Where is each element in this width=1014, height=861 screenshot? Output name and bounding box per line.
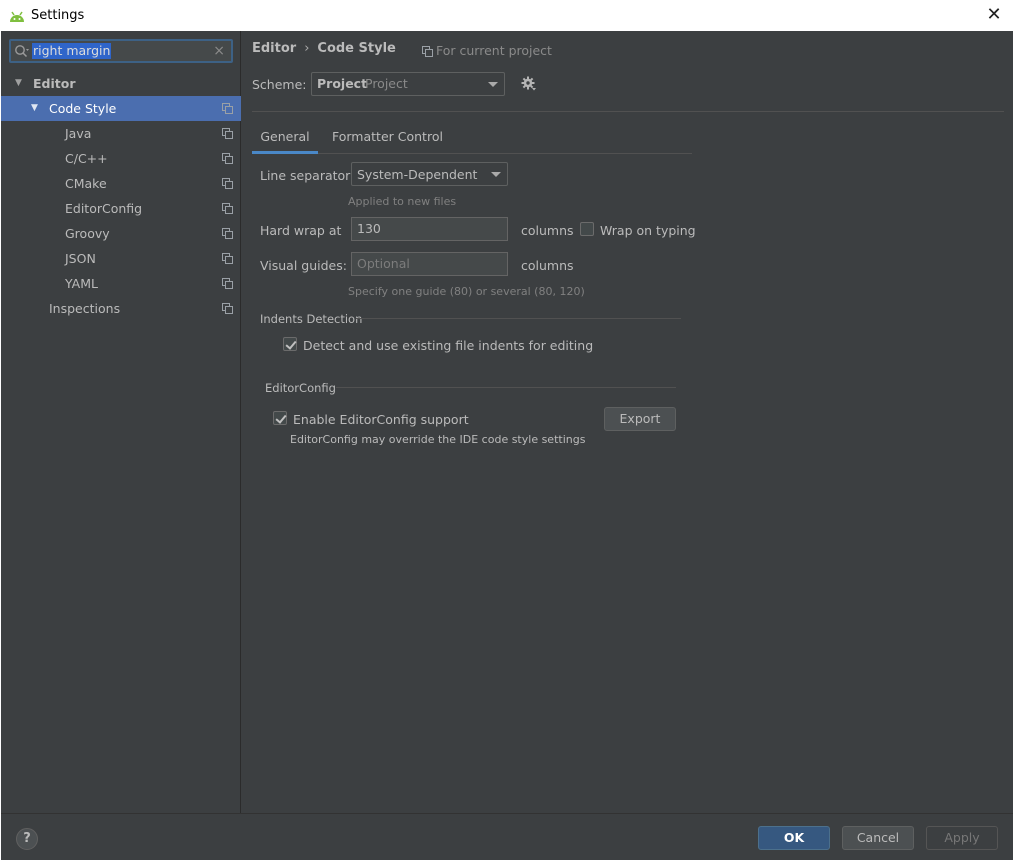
wrap-on-typing-label[interactable]: Wrap on typing bbox=[600, 223, 696, 238]
project-scope-icon bbox=[422, 45, 433, 57]
close-icon[interactable]: ✕ bbox=[984, 5, 1004, 25]
line-separator-value: System-Dependent bbox=[357, 167, 478, 182]
scope-note: For current project bbox=[422, 43, 552, 58]
tab-bar: General Formatter Control bbox=[252, 125, 692, 154]
project-scope-icon bbox=[222, 303, 232, 313]
hard-wrap-input[interactable]: 130 bbox=[351, 217, 508, 241]
group-divider bbox=[356, 318, 681, 319]
scheme-dropdown[interactable]: Project Project bbox=[311, 72, 505, 96]
editorconfig-note: EditorConfig may override the IDE code s… bbox=[290, 433, 586, 446]
tree-item-code-style[interactable]: ▼ Code Style bbox=[1, 96, 241, 121]
wrap-on-typing-checkbox[interactable] bbox=[580, 222, 594, 236]
tree-item-label: Code Style bbox=[49, 101, 117, 116]
title-bar: Settings ✕ bbox=[0, 0, 1014, 31]
chevron-down-icon bbox=[488, 82, 498, 87]
breadcrumb-editor[interactable]: Editor bbox=[252, 41, 296, 56]
expand-arrow-icon[interactable]: ▼ bbox=[31, 96, 41, 121]
scheme-label: Scheme: bbox=[252, 77, 307, 92]
button-bar: ? OK Cancel Apply bbox=[1, 813, 1013, 860]
indents-detection-title: Indents Detection bbox=[260, 312, 363, 326]
project-scope-icon bbox=[222, 153, 232, 163]
tree-item-label: JSON bbox=[65, 251, 96, 266]
tab-general[interactable]: General bbox=[252, 125, 318, 154]
tree-item-java[interactable]: Java bbox=[1, 121, 241, 146]
tree-item-label: YAML bbox=[65, 276, 98, 291]
tree-item-inspections[interactable]: Inspections bbox=[1, 296, 241, 321]
clear-search-icon[interactable]: × bbox=[213, 41, 225, 61]
search-text[interactable]: right margin bbox=[32, 43, 112, 59]
breadcrumb-code-style: Code Style bbox=[317, 41, 396, 56]
visual-guides-label: Visual guides: bbox=[260, 258, 347, 273]
export-button[interactable]: Export bbox=[604, 407, 676, 431]
tree-item-c-cpp[interactable]: C/C++ bbox=[1, 146, 241, 171]
line-separator-dropdown[interactable]: System-Dependent bbox=[351, 162, 508, 186]
tree-item-json[interactable]: JSON bbox=[1, 246, 241, 271]
tree-item-label: EditorConfig bbox=[65, 201, 143, 216]
tree-item-label: Groovy bbox=[65, 226, 110, 241]
enable-editorconfig-checkbox[interactable] bbox=[273, 411, 287, 425]
tree-item-yaml[interactable]: YAML bbox=[1, 271, 241, 296]
detect-indents-label[interactable]: Detect and use existing file indents for… bbox=[303, 338, 593, 353]
visual-guides-input[interactable]: Optional bbox=[351, 252, 508, 276]
tree-item-label: CMake bbox=[65, 176, 107, 191]
line-separator-label: Line separator: bbox=[260, 168, 355, 183]
tree-item-label: Java bbox=[65, 126, 92, 141]
visual-guides-unit: columns bbox=[521, 258, 574, 273]
search-icon[interactable] bbox=[14, 44, 30, 58]
android-icon bbox=[8, 9, 26, 23]
settings-dialog: right margin × ▼ Editor ▼ Code Style Jav… bbox=[1, 31, 1013, 860]
chevron-down-icon bbox=[491, 172, 501, 177]
editorconfig-title: EditorConfig bbox=[265, 381, 336, 395]
ok-button[interactable]: OK bbox=[758, 826, 830, 850]
cancel-button[interactable]: Cancel bbox=[842, 826, 914, 850]
expand-arrow-icon[interactable]: ▼ bbox=[15, 71, 25, 96]
settings-tree-panel: right margin × ▼ Editor ▼ Code Style Jav… bbox=[1, 31, 241, 813]
tree-item-editorconfig[interactable]: EditorConfig bbox=[1, 196, 241, 221]
hard-wrap-label: Hard wrap at bbox=[260, 223, 342, 238]
group-divider bbox=[336, 387, 676, 388]
window-title: Settings bbox=[31, 8, 85, 23]
apply-button[interactable]: Apply bbox=[926, 826, 998, 850]
header-divider bbox=[252, 111, 1004, 112]
hard-wrap-unit: columns bbox=[521, 223, 574, 238]
search-input[interactable]: right margin × bbox=[9, 39, 233, 63]
detect-indents-checkbox[interactable] bbox=[283, 337, 297, 351]
tree-item-groovy[interactable]: Groovy bbox=[1, 221, 241, 246]
scheme-value-bold: Project bbox=[317, 76, 368, 91]
project-scope-icon bbox=[222, 203, 232, 213]
project-scope-icon bbox=[222, 253, 232, 263]
enable-editorconfig-label[interactable]: Enable EditorConfig support bbox=[293, 412, 469, 427]
help-icon[interactable]: ? bbox=[16, 828, 38, 850]
project-scope-icon bbox=[222, 103, 232, 113]
breadcrumb-separator: › bbox=[304, 41, 310, 56]
tree-item-label: C/C++ bbox=[65, 151, 108, 166]
scope-note-text: For current project bbox=[436, 43, 552, 58]
breadcrumb: Editor › Code Style bbox=[252, 41, 396, 56]
tree-item-label: Editor bbox=[33, 76, 76, 91]
project-scope-icon bbox=[222, 128, 232, 138]
scheme-value-name: Project bbox=[365, 76, 408, 91]
gear-icon[interactable] bbox=[521, 76, 537, 92]
tree-item-editor[interactable]: ▼ Editor bbox=[1, 71, 241, 96]
project-scope-icon bbox=[222, 178, 232, 188]
tree-item-label: Inspections bbox=[49, 301, 121, 316]
project-scope-icon bbox=[222, 228, 232, 238]
line-separator-hint: Applied to new files bbox=[348, 195, 457, 208]
visual-guides-hint: Specify one guide (80) or several (80, 1… bbox=[348, 285, 585, 298]
tree-item-cmake[interactable]: CMake bbox=[1, 171, 241, 196]
tab-formatter-control[interactable]: Formatter Control bbox=[332, 125, 443, 154]
project-scope-icon bbox=[222, 278, 232, 288]
